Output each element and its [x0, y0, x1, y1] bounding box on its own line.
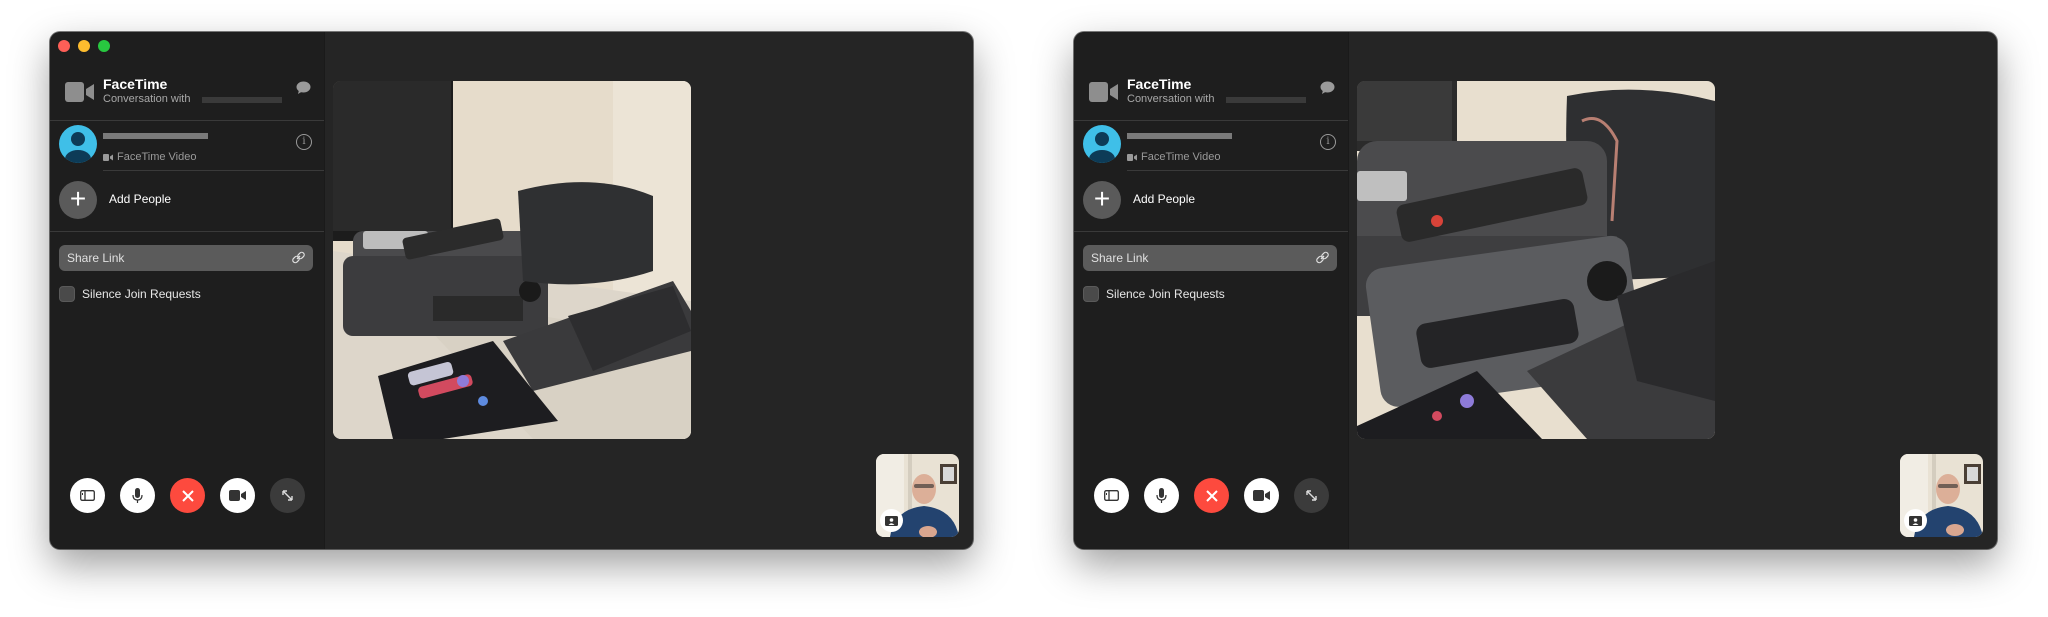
add-people-button[interactable]: + Add People: [50, 180, 324, 220]
remote-video-frame: [333, 81, 691, 439]
self-view[interactable]: [876, 454, 959, 537]
app-title: FaceTime: [1127, 76, 1192, 92]
divider: [1074, 120, 1348, 121]
fullscreen-button[interactable]: [1294, 478, 1329, 513]
minimize-window-button[interactable]: [78, 40, 90, 52]
share-link-label: Share Link: [67, 251, 125, 265]
portrait-mode-icon: [885, 515, 898, 526]
info-icon[interactable]: i: [1320, 134, 1336, 150]
mute-button[interactable]: [120, 478, 155, 513]
divider: [1074, 231, 1348, 232]
close-window-button[interactable]: [58, 40, 70, 52]
self-view[interactable]: [1900, 454, 1983, 537]
video-camera-icon: [103, 153, 113, 161]
fullscreen-button[interactable]: [270, 478, 305, 513]
message-bubble-icon[interactable]: [296, 81, 311, 95]
link-icon: [292, 251, 305, 264]
call-controls: [1094, 478, 1329, 513]
video-camera-icon: [1127, 153, 1137, 161]
sidebar: FaceTime Conversation with FaceTime Vide…: [1074, 32, 1349, 549]
add-people-label: Add People: [109, 192, 172, 206]
divider: [103, 170, 324, 171]
sidebar-icon: [1104, 490, 1119, 501]
video-camera-icon: [229, 490, 246, 501]
remote-video: [333, 81, 691, 439]
avatar: [59, 125, 97, 163]
sidebar-toggle-button[interactable]: [1094, 478, 1129, 513]
redacted-name: [1226, 97, 1306, 103]
link-icon: [1316, 251, 1329, 264]
silence-join-requests[interactable]: Silence Join Requests: [1083, 286, 1225, 302]
mute-button[interactable]: [1144, 478, 1179, 513]
sidebar-toggle-button[interactable]: [70, 478, 105, 513]
divider: [50, 120, 324, 121]
camera-button[interactable]: [1244, 478, 1279, 513]
portrait-mode-icon: [1909, 515, 1922, 526]
silence-join-requests[interactable]: Silence Join Requests: [59, 286, 201, 302]
video-camera-icon: [1253, 490, 1270, 501]
silence-join-requests-label: Silence Join Requests: [82, 287, 201, 301]
end-call-button[interactable]: [170, 478, 205, 513]
expand-icon: [1306, 490, 1317, 501]
share-link-button[interactable]: Share Link: [59, 245, 313, 271]
plus-icon: +: [59, 181, 97, 219]
conversation-subtitle: Conversation with: [1127, 93, 1215, 105]
window-controls: [58, 40, 110, 52]
redacted-contact-name: [103, 133, 208, 139]
silence-join-requests-checkbox[interactable]: [1083, 286, 1099, 302]
close-icon: [1205, 489, 1218, 502]
add-people-button[interactable]: + Add People: [1074, 180, 1348, 220]
video-camera-icon: [65, 82, 94, 102]
conversation-header: FaceTime Conversation with: [1074, 72, 1348, 114]
video-camera-icon: [1089, 82, 1118, 102]
participant-row[interactable]: FaceTime Video i: [1074, 124, 1348, 170]
microphone-icon: [132, 487, 143, 503]
redacted-name: [202, 97, 282, 103]
remote-video-frame: [1357, 81, 1715, 439]
divider: [1127, 170, 1348, 171]
remote-video: [1357, 81, 1715, 439]
share-link-button[interactable]: Share Link: [1083, 245, 1337, 271]
call-type-label: FaceTime Video: [117, 151, 197, 163]
microphone-icon: [1156, 487, 1167, 503]
info-icon[interactable]: i: [296, 134, 312, 150]
camera-button[interactable]: [220, 478, 255, 513]
conversation-header: FaceTime Conversation with: [50, 72, 324, 114]
share-link-label: Share Link: [1091, 251, 1149, 265]
call-controls: [70, 478, 305, 513]
app-title: FaceTime: [103, 76, 168, 92]
participant-row[interactable]: FaceTime Video i: [50, 124, 324, 170]
silence-join-requests-checkbox[interactable]: [59, 286, 75, 302]
sidebar: FaceTime Conversation with FaceTime Vide…: [50, 32, 325, 549]
facetime-window: FaceTime Conversation with FaceTime Vide…: [50, 32, 973, 549]
expand-icon: [282, 490, 293, 501]
add-people-label: Add People: [1133, 192, 1196, 206]
conversation-subtitle: Conversation with: [103, 93, 191, 105]
sidebar-icon: [80, 490, 95, 501]
end-call-button[interactable]: [1194, 478, 1229, 513]
message-bubble-icon[interactable]: [1320, 81, 1335, 95]
avatar: [1083, 125, 1121, 163]
portrait-mode-button[interactable]: [880, 509, 903, 532]
redacted-contact-name: [1127, 133, 1232, 139]
plus-icon: +: [1083, 181, 1121, 219]
divider: [50, 231, 324, 232]
silence-join-requests-label: Silence Join Requests: [1106, 287, 1225, 301]
portrait-mode-button[interactable]: [1904, 509, 1927, 532]
zoom-window-button[interactable]: [98, 40, 110, 52]
close-icon: [181, 489, 194, 502]
facetime-window: FaceTime Conversation with FaceTime Vide…: [1074, 32, 1997, 549]
call-type-label: FaceTime Video: [1141, 151, 1221, 163]
